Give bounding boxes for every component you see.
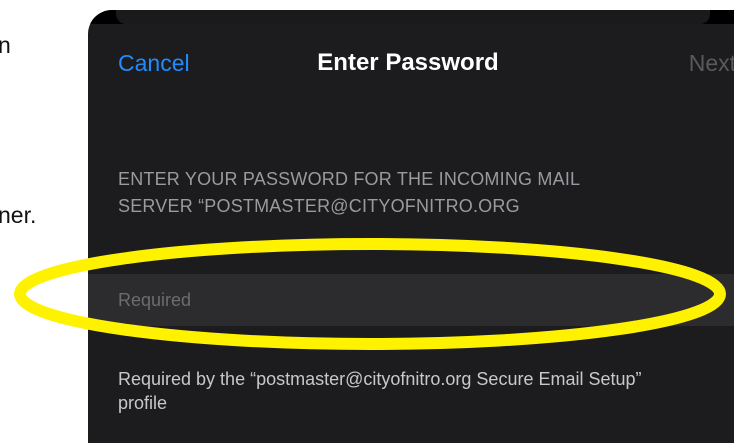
phone-screen: Cancel Enter Password Next ENTER YOUR PA…	[88, 10, 734, 443]
sheet-behind	[88, 10, 734, 24]
section-header: ENTER YOUR PASSWORD FOR THE INCOMING MAI…	[118, 169, 580, 216]
document-text-fragment: ner.	[0, 202, 37, 228]
password-input[interactable]	[118, 274, 678, 326]
profile-footer-note: Required by the “postmaster@cityofnitro.…	[118, 369, 642, 413]
page-title: Enter Password	[317, 49, 499, 76]
password-sheet: Cancel Enter Password Next ENTER YOUR PA…	[88, 24, 734, 443]
navigation-bar: Cancel Enter Password Next	[88, 24, 734, 102]
password-field-row	[88, 274, 734, 326]
document-text-fragment: n	[0, 32, 11, 58]
next-button[interactable]: Next	[689, 50, 734, 77]
